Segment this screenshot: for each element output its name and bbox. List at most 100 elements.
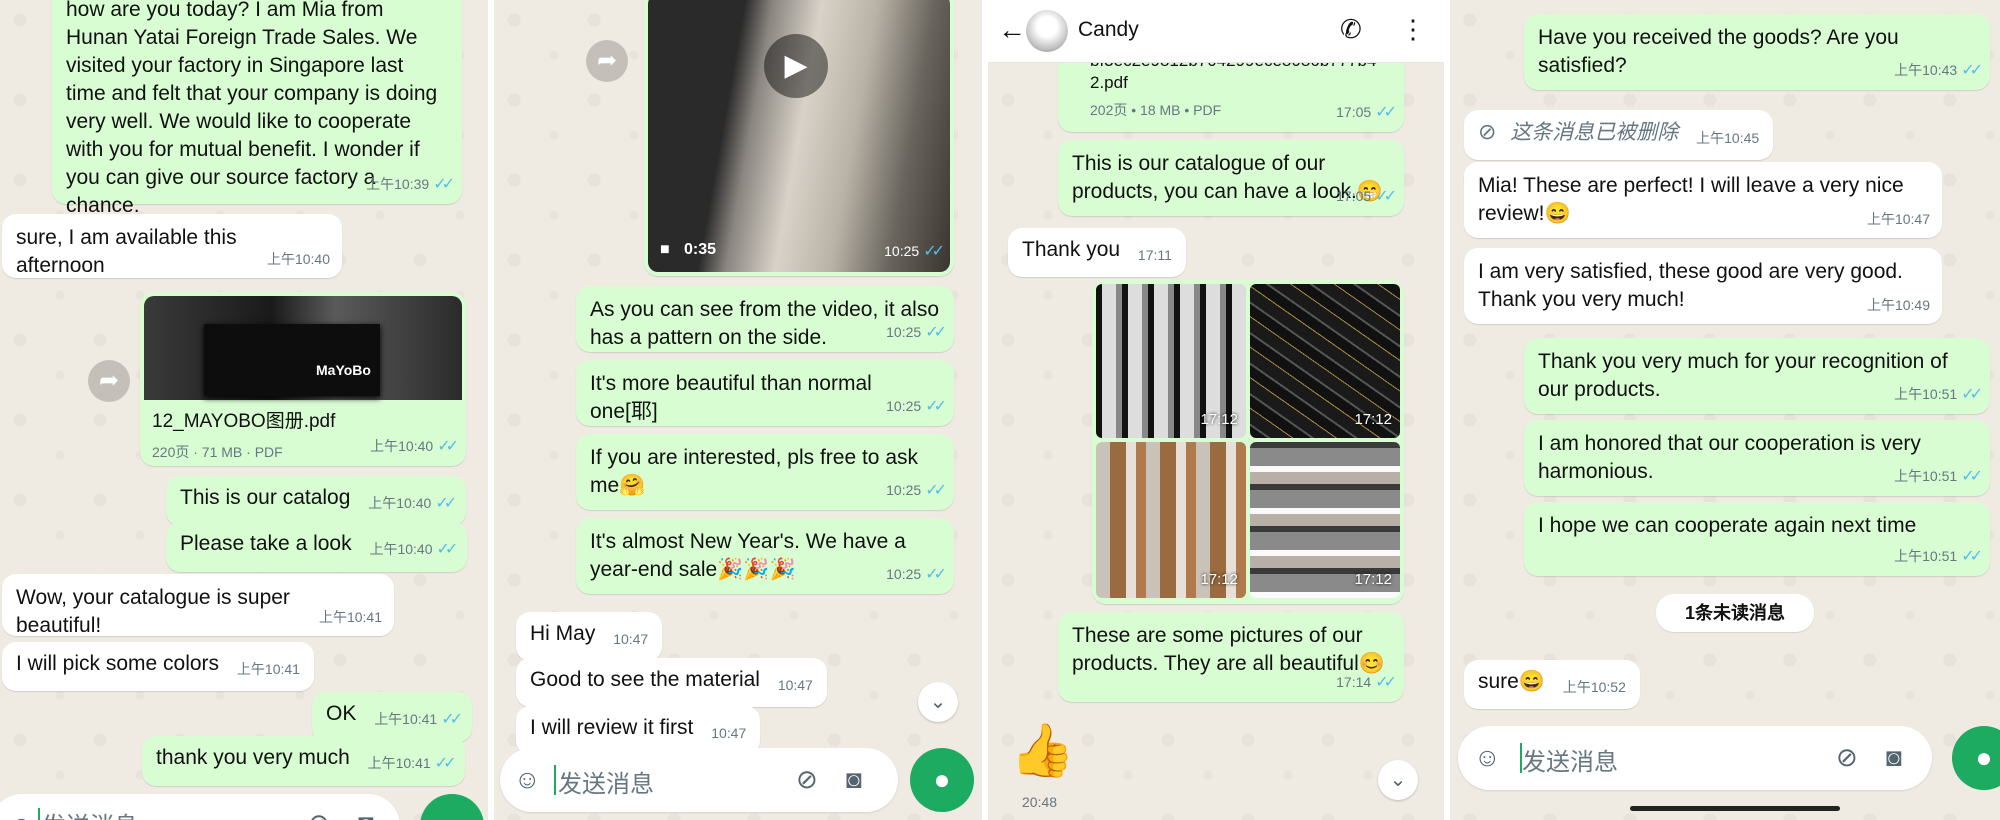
message-bubble[interactable]: Mia! These are perfect! I will leave a v… — [1464, 162, 1942, 238]
product-image[interactable]: 17:12 — [1096, 442, 1246, 598]
message-bubble[interactable]: Wow, your catalogue is super beautiful! … — [2, 574, 394, 637]
message-text: I am very satisfied, these good are very… — [1478, 260, 1903, 311]
message-text: 这条消息已被删除 — [1510, 121, 1679, 144]
message-text: Thank you very much for your recognition… — [1538, 350, 1948, 401]
camera-icon[interactable]: ◙ — [358, 808, 374, 820]
more-options-icon[interactable]: ⋮ — [1400, 14, 1426, 45]
forward-icon[interactable]: ➦ — [88, 360, 130, 402]
play-button[interactable]: ▶ — [764, 34, 828, 98]
scroll-down-button[interactable]: ⌄ — [1378, 760, 1418, 800]
message-input-bar[interactable]: ☺ 发送消息 ⊘ ◙ — [500, 748, 898, 812]
message-bubble[interactable]: I am honored that our cooperation is ver… — [1524, 420, 1990, 496]
message-input[interactable]: 发送消息 — [558, 764, 654, 799]
image-grid-message[interactable]: 17:12 17:12 17:12 17:12 — [1092, 280, 1404, 604]
scroll-down-button[interactable]: ⌄ — [918, 682, 958, 722]
message-bubble[interactable]: I hope we can cooperate again next time … — [1524, 502, 1990, 576]
text-cursor — [38, 808, 40, 820]
deleted-message[interactable]: ⊘ 这条消息已被删除 上午10:45 — [1464, 110, 1774, 160]
message-bubble[interactable]: If you are interested, pls free to ask m… — [576, 434, 954, 510]
message-time: 17:05 ✓✓ — [1336, 104, 1397, 121]
text-cursor — [554, 765, 556, 795]
avatar[interactable] — [1026, 10, 1068, 52]
pdf-thumbnail: MaYoBo — [144, 296, 462, 400]
message-input-bar[interactable]: ☺ 发送消息 ⊘ ◙ — [1458, 726, 1932, 790]
message-input-bar[interactable]: ☺ 发送消息 ⊘ ◙ — [0, 794, 400, 820]
read-ticks-icon: ✓✓ — [435, 495, 457, 512]
chat-panel-4: Have you received the goods? Are you sat… — [1450, 0, 2000, 820]
message-time: 10:25 ✓✓ — [886, 324, 947, 341]
message-input[interactable]: 发送消息 — [42, 806, 138, 820]
message-time: 上午10:43 ✓✓ — [1894, 62, 1983, 79]
message-time: 20:48 — [1022, 794, 1058, 810]
message-bubble[interactable]: This is our catalog 上午10:40 ✓✓ — [166, 476, 467, 526]
message-text: Good to see the material — [530, 668, 760, 691]
message-time: 上午10:41 — [236, 661, 300, 677]
message-bubble[interactable]: OK 上午10:41 ✓✓ — [312, 692, 473, 742]
image-time: 17:12 — [1354, 411, 1392, 428]
message-text: This is our catalog — [180, 486, 351, 509]
video-message[interactable]: ▶ ■ 0:35 10:25 ✓✓ — [644, 0, 954, 276]
sticker-icon[interactable]: ☺ — [8, 810, 35, 820]
product-image[interactable]: 17:12 — [1250, 442, 1400, 598]
message-input[interactable]: 发送消息 — [1522, 742, 1618, 777]
message-bubble[interactable]: As you can see from the video, it also h… — [576, 286, 954, 352]
message-time: 上午10:45 — [1696, 130, 1760, 146]
chat-panel-3: bf3ec2e9812b704299ece8086b777b42.pdf 202… — [988, 0, 1444, 820]
message-bubble[interactable]: I am very satisfied, these good are very… — [1464, 248, 1942, 324]
contact-name[interactable]: Candy — [1078, 18, 1139, 42]
product-image[interactable]: 17:12 — [1250, 284, 1400, 438]
attach-icon[interactable]: ⊘ — [796, 764, 818, 795]
read-ticks-icon: ✓✓ — [433, 176, 455, 193]
forward-icon[interactable]: ➦ — [586, 40, 628, 82]
camera-icon[interactable]: ◙ — [846, 764, 862, 795]
message-bubble[interactable]: how are you today? I am Mia from Hunan Y… — [52, 0, 462, 217]
message-bubble[interactable]: Good to see the material 10:47 — [516, 658, 827, 707]
message-time: 10:25 ✓✓ — [886, 398, 947, 415]
pdf-attachment[interactable]: MaYoBo 12_MAYOBO图册.pdf 220页 · 71 MB · PD… — [140, 292, 466, 466]
mic-button[interactable]: ● — [420, 794, 484, 820]
message-text: OK — [326, 702, 357, 725]
message-bubble[interactable]: Have you received the goods? Are you sat… — [1524, 14, 1990, 90]
product-image[interactable]: 17:12 — [1096, 284, 1246, 438]
message-text: thank you very much — [156, 746, 350, 769]
message-bubble[interactable]: sure, I am available this afternoon 上午10… — [2, 214, 342, 278]
message-time: 上午10:41 ✓✓ — [367, 755, 457, 772]
message-bubble[interactable]: This is our catalogue of our products, y… — [1058, 140, 1404, 216]
message-time: 上午10:40 ✓✓ — [370, 438, 459, 455]
message-time: 17:14 ✓✓ — [1336, 674, 1397, 691]
attach-icon[interactable]: ⊘ — [308, 808, 330, 820]
message-time: 上午10:40 — [266, 251, 330, 267]
read-ticks-icon: ✓✓ — [1375, 188, 1397, 205]
message-bubble[interactable]: sure😄 上午10:52 — [1464, 660, 1640, 709]
message-bubble[interactable]: These are some pictures of our products.… — [1058, 612, 1404, 702]
attach-icon[interactable]: ⊘ — [1836, 742, 1858, 773]
message-bubble[interactable]: It's more beautiful than normal one[耶] 1… — [576, 360, 954, 426]
message-time: 上午10:52 — [1562, 679, 1626, 695]
message-time: 10:25 ✓✓ — [884, 243, 945, 260]
message-text: Thank you — [1022, 238, 1121, 261]
add-call-icon[interactable]: ✆ — [1340, 14, 1362, 45]
message-time: 10:25 ✓✓ — [886, 566, 947, 583]
thumbs-up-sticker[interactable]: 👍 — [1010, 720, 1075, 781]
message-bubble[interactable]: Thank you very much for your recognition… — [1524, 338, 1990, 414]
message-bubble[interactable]: Please take a look 上午10:40 ✓✓ — [166, 522, 468, 572]
mic-button[interactable]: ● — [910, 748, 974, 812]
read-ticks-icon: ✓✓ — [436, 541, 459, 558]
sticker-icon[interactable]: ☺ — [1474, 742, 1501, 773]
blocked-icon: ⊘ — [1478, 119, 1497, 144]
message-bubble[interactable]: thank you very much 上午10:41 ✓✓ — [142, 736, 466, 786]
message-bubble[interactable]: I will pick some colors 上午10:41 — [2, 642, 314, 691]
video-duration: 0:35 — [684, 241, 717, 258]
read-ticks-icon: ✓✓ — [1375, 104, 1397, 121]
message-text: Wow, your catalogue is super beautiful! — [16, 586, 290, 637]
mic-button[interactable]: ● — [1952, 726, 2000, 790]
message-time: 上午10:51 ✓✓ — [1894, 548, 1983, 565]
message-text: If you are interested, pls free to ask m… — [590, 446, 919, 497]
camera-icon[interactable]: ◙ — [1886, 742, 1902, 773]
message-bubble[interactable]: Hi May 10:47 — [516, 612, 663, 661]
back-arrow-icon[interactable]: ← — [998, 14, 1026, 46]
message-bubble[interactable]: It's almost New Year's. We have a year-e… — [576, 518, 954, 594]
message-text: It's almost New Year's. We have a year-e… — [590, 530, 906, 581]
sticker-icon[interactable]: ☺ — [514, 764, 541, 795]
message-bubble[interactable]: Thank you 17:11 — [1008, 228, 1186, 277]
